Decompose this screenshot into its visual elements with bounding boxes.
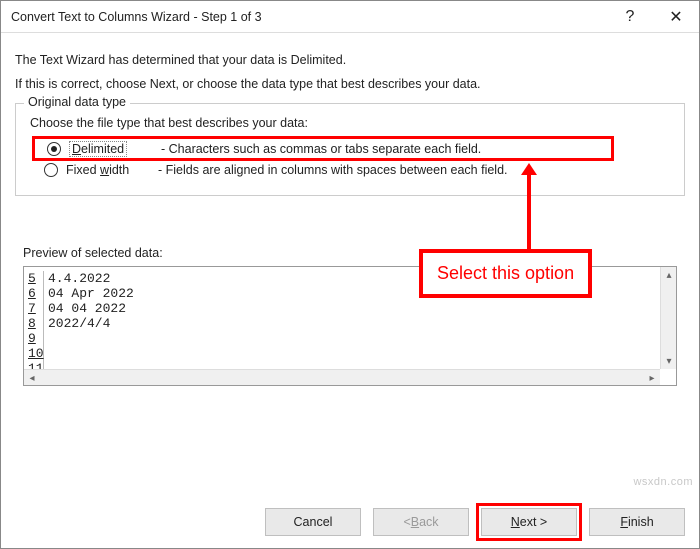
delimited-radio[interactable]: [47, 142, 61, 156]
preview-line-text: 4.4.2022: [48, 271, 110, 286]
watermark: wsxdn.com: [633, 476, 693, 488]
preview-horizontal-scrollbar[interactable]: ◂ ▸: [24, 369, 660, 385]
delimited-label[interactable]: Delimited: [69, 142, 155, 156]
preview-line-text: 2022/4/4: [48, 316, 110, 331]
scroll-left-icon[interactable]: ◂: [24, 370, 40, 386]
next-button[interactable]: Next >: [481, 508, 577, 536]
preview-row: 10: [24, 346, 676, 361]
intro-line-1: The Text Wizard has determined that your…: [15, 53, 685, 67]
original-data-type-group: Original data type Choose the file type …: [15, 103, 685, 196]
preview-line-number: 7: [24, 301, 44, 316]
button-bar: Cancel < Back Next > Finish: [265, 508, 685, 536]
finish-button[interactable]: Finish: [589, 508, 685, 536]
group-legend: Original data type: [24, 95, 130, 109]
preview-row: 8 2022/4/4: [24, 316, 676, 331]
titlebar: Convert Text to Columns Wizard - Step 1 …: [1, 1, 699, 33]
scroll-right-icon[interactable]: ▸: [644, 370, 660, 386]
preview-vertical-scrollbar[interactable]: ▴ ▾: [660, 267, 676, 369]
cancel-button[interactable]: Cancel: [265, 508, 361, 536]
delimited-description: - Characters such as commas or tabs sepa…: [161, 142, 481, 156]
dialog-content: The Text Wizard has determined that your…: [1, 33, 699, 386]
preview-line-number: 9: [24, 331, 44, 346]
group-prompt: Choose the file type that best describes…: [30, 116, 672, 130]
scroll-down-icon[interactable]: ▾: [661, 353, 677, 369]
preview-line-number: 8: [24, 316, 44, 331]
preview-line-text: 04 04 2022: [48, 301, 126, 316]
fixed-width-radio[interactable]: [44, 163, 58, 177]
fixed-width-description: - Fields are aligned in columns with spa…: [158, 163, 508, 177]
window-title: Convert Text to Columns Wizard - Step 1 …: [11, 10, 607, 24]
scroll-up-icon[interactable]: ▴: [661, 267, 677, 283]
preview-line-number: 6: [24, 286, 44, 301]
preview-row: 7 04 04 2022: [24, 301, 676, 316]
wizard-dialog: Convert Text to Columns Wizard - Step 1 …: [0, 0, 700, 549]
intro-line-2: If this is correct, choose Next, or choo…: [15, 77, 685, 91]
fixed-width-row: Fixed width - Fields are aligned in colu…: [28, 161, 672, 179]
help-button[interactable]: ?: [607, 1, 653, 33]
fixed-width-label[interactable]: Fixed width: [66, 163, 152, 177]
annotation-highlight: Delimited - Characters such as commas or…: [32, 136, 614, 161]
annotation-arrow: [527, 171, 531, 249]
preview-line-number: 10: [24, 346, 44, 361]
annotation-callout: Select this option: [419, 249, 592, 298]
preview-line-number: 5: [24, 271, 44, 286]
close-button[interactable]: ✕: [653, 1, 699, 33]
preview-row: 9: [24, 331, 676, 346]
back-button: < Back: [373, 508, 469, 536]
preview-line-text: 04 Apr 2022: [48, 286, 134, 301]
